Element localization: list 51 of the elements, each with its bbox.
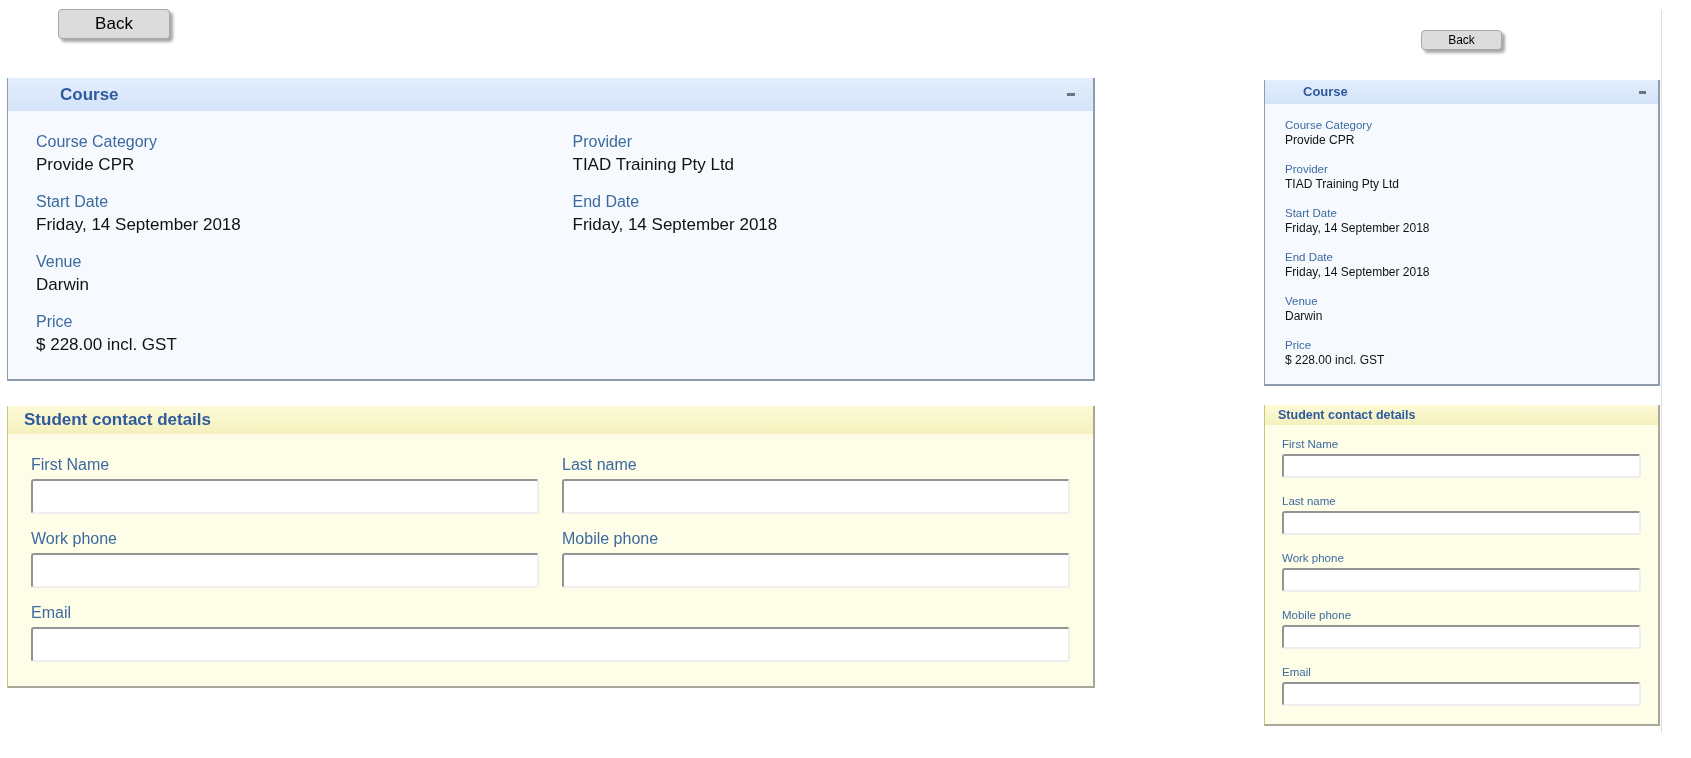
panel-title: Student contact details <box>1278 406 1416 424</box>
field-value: Provide CPR <box>1285 132 1356 148</box>
field-value: Friday, 14 September 2018 <box>1285 220 1431 236</box>
input-field[interactable] <box>562 479 1070 514</box>
input-field[interactable] <box>562 553 1070 588</box>
input-field[interactable] <box>1282 625 1641 649</box>
panel-title: Student contact details <box>24 409 212 432</box>
field-label: Mobile phone <box>562 529 660 549</box>
field-label: First Name <box>1282 437 1340 451</box>
field-value: Darwin <box>1285 308 1324 324</box>
field-label: Provider <box>1285 162 1329 176</box>
field-value: Darwin <box>36 274 90 296</box>
field-label: Price <box>1285 338 1313 352</box>
field-value: TIAD Training Pty Ltd <box>572 154 736 176</box>
back-button[interactable]: Back <box>1421 30 1502 50</box>
field-label: Venue <box>36 252 83 272</box>
field-label: End Date <box>572 192 641 212</box>
field-value: Provide CPR <box>36 154 136 176</box>
field-label: Last name <box>562 455 638 475</box>
field-label: Mobile phone <box>1282 608 1353 622</box>
field-label: Work phone <box>1282 551 1345 565</box>
field-value: Friday, 14 September 2018 <box>1285 264 1431 280</box>
field-label: Provider <box>572 132 634 152</box>
field-value: $ 228.00 incl. GST <box>1285 352 1386 368</box>
field-label: Last name <box>1282 494 1337 508</box>
field-label: Venue <box>1285 294 1319 308</box>
collapse-icon[interactable] <box>1639 90 1646 94</box>
input-field[interactable] <box>1282 511 1641 535</box>
field-label: Price <box>36 312 74 332</box>
field-value: $ 228.00 incl. GST <box>36 334 178 356</box>
field-label: End Date <box>1285 250 1334 264</box>
panel-title: Course <box>60 83 119 106</box>
input-field[interactable] <box>31 627 1070 662</box>
input-field[interactable] <box>1282 454 1641 478</box>
field-label: Start Date <box>1285 206 1338 220</box>
field-label: Work phone <box>31 529 118 549</box>
field-label: First Name <box>31 455 111 475</box>
input-field[interactable] <box>31 553 539 588</box>
field-label: Start Date <box>36 192 110 212</box>
field-label: Course Category <box>36 132 158 152</box>
input-field[interactable] <box>1282 682 1641 706</box>
field-value: Friday, 14 September 2018 <box>572 214 779 236</box>
input-field[interactable] <box>31 479 539 514</box>
panel-title: Course <box>1303 83 1348 102</box>
input-field[interactable] <box>1282 568 1641 592</box>
back-button[interactable]: Back <box>58 9 170 39</box>
field-label: Email <box>31 603 72 623</box>
field-label: Email <box>1282 665 1312 679</box>
field-label: Course Category <box>1285 118 1373 132</box>
field-value: Friday, 14 September 2018 <box>36 214 242 236</box>
field-value: TIAD Training Pty Ltd <box>1285 176 1401 192</box>
